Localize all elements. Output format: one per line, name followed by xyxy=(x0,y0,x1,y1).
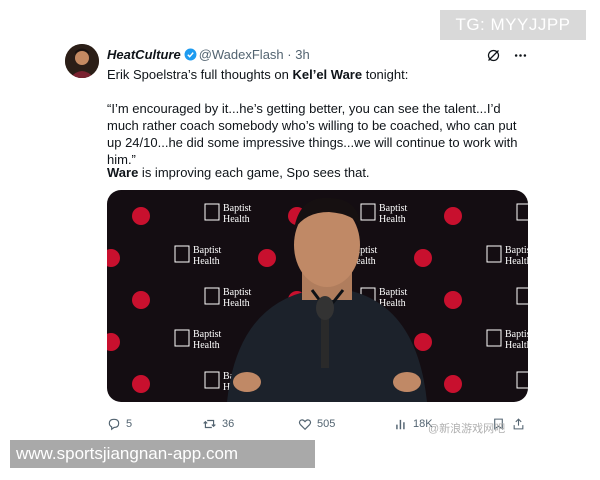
tweet-text-line: Ware is improving each game, Spo sees th… xyxy=(107,165,370,180)
retweet-count: 36 xyxy=(222,418,235,430)
views-button[interactable]: 18K xyxy=(394,417,433,431)
tweet-header: HeatCulture @WadexFlash · 3h xyxy=(107,47,310,64)
player-name-bold: Ware xyxy=(107,165,139,180)
backdrop-text: Baptist xyxy=(379,287,408,298)
backdrop-text: Health xyxy=(223,298,250,309)
retweet-button[interactable]: 36 xyxy=(202,417,234,431)
more-options-icon[interactable] xyxy=(513,48,528,68)
heat-logo-icon xyxy=(444,291,462,309)
text-segment: is improving each game, Spo sees that. xyxy=(138,165,370,180)
share-button[interactable] xyxy=(512,417,525,431)
views-chart-icon xyxy=(396,419,405,430)
player-name-bold: Kel’el Ware xyxy=(292,67,363,82)
heat-logo-icon xyxy=(132,375,150,393)
like-count: 505 xyxy=(317,418,336,430)
handle[interactable]: @WadexFlash xyxy=(199,47,284,62)
verified-badge-icon xyxy=(184,48,197,64)
heart-icon xyxy=(298,419,312,431)
backdrop-text: Baptist xyxy=(505,245,528,256)
text-segment: Erik Spoelstra’s full thoughts on xyxy=(107,67,293,82)
backdrop-text: Baptist xyxy=(193,329,222,340)
reply-button[interactable]: 5 xyxy=(107,417,132,431)
tweet-card: HeatCulture @WadexFlash · 3h Erik Spoelst… xyxy=(65,40,540,440)
backdrop-text: Health xyxy=(193,256,220,267)
backdrop-text: Health xyxy=(505,256,528,267)
heat-logo-icon xyxy=(414,333,432,351)
backdrop-text: Health xyxy=(193,340,220,351)
avatar[interactable] xyxy=(65,44,99,78)
reply-count: 5 xyxy=(126,418,133,430)
reply-icon xyxy=(108,418,120,431)
tweet-top-actions xyxy=(486,48,528,68)
tweet-media-image[interactable]: Baptist Health Baptist Health Baptist Health B… xyxy=(107,190,528,402)
heat-logo-icon xyxy=(258,249,276,267)
press-conference-photo: BaptistHealthBaptistHealthBaptistHealthB… xyxy=(107,190,528,402)
backdrop-text: Baptist xyxy=(379,203,408,214)
backdrop-text: Baptist xyxy=(193,245,222,256)
avatar-image xyxy=(65,44,99,78)
faint-watermark: @新浪游戏网吧 xyxy=(428,423,506,435)
backdrop-text: Health xyxy=(505,340,528,351)
heat-logo-icon xyxy=(444,375,462,393)
separator: · xyxy=(287,47,292,62)
share-icon xyxy=(513,418,524,430)
timestamp[interactable]: 3h xyxy=(295,47,309,62)
site-watermark: www.sportsjiangnan-app.com xyxy=(10,440,315,468)
heat-logo-icon xyxy=(444,207,462,225)
tg-watermark: TG: MYYJJPP xyxy=(440,10,586,40)
tweet-quote: “I’m encouraged by it...he’s getting bet… xyxy=(107,101,518,167)
backdrop-text: Baptist xyxy=(223,203,252,214)
like-button[interactable]: 505 xyxy=(298,417,335,431)
backdrop-text: Health xyxy=(223,214,250,225)
display-name[interactable]: HeatCulture xyxy=(107,47,181,62)
retweet-icon xyxy=(203,419,216,429)
backdrop-text: Health xyxy=(379,214,406,225)
text-segment: tonight: xyxy=(362,67,409,82)
heat-logo-icon xyxy=(132,291,150,309)
backdrop-text: Baptist xyxy=(505,329,528,340)
heat-logo-icon xyxy=(414,249,432,267)
heat-logo-icon xyxy=(132,207,150,225)
backdrop-text: Baptist xyxy=(223,287,252,298)
grok-icon[interactable] xyxy=(486,48,501,68)
tweet-text-line: Erik Spoelstra’s full thoughts on Kel’el… xyxy=(107,67,408,82)
